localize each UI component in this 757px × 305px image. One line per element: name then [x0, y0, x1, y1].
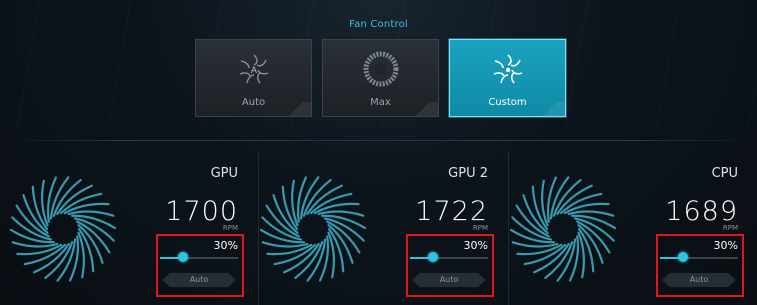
rpm-value: 1689 — [665, 196, 738, 227]
highlight-box — [156, 234, 244, 297]
svg-text:A: A — [250, 66, 257, 76]
rpm-unit: RPM — [472, 224, 488, 232]
fan-blade — [44, 241, 74, 279]
fan-blade — [291, 179, 299, 227]
panel-title: GPU — [210, 166, 238, 181]
panel-title: GPU 2 — [448, 166, 488, 181]
fan-blade — [327, 231, 335, 279]
fan-blade — [531, 185, 549, 231]
rpm-value: 1700 — [165, 196, 238, 227]
fan-blade — [294, 241, 324, 279]
mode-custom-button[interactable]: Custom — [449, 39, 566, 117]
fan-panel-cpu: CPU 1689 RPM 30% Auto — [508, 152, 757, 305]
rpm-unit: RPM — [222, 224, 238, 232]
fan-blade — [77, 227, 95, 273]
fan-blade — [541, 179, 549, 227]
fan-blade — [327, 227, 345, 273]
fan-mode-selector: A Auto Max Custom — [195, 39, 566, 117]
fan-blade — [552, 179, 582, 217]
fan-blade — [41, 179, 49, 227]
fan-custom-icon — [493, 54, 522, 84]
fan-blade — [577, 231, 585, 279]
fan-panel-gpu2: GPU 2 1722 RPM 30% Auto — [258, 152, 508, 305]
fan-blade — [544, 241, 574, 279]
fan-blade — [77, 231, 85, 279]
highlight-box — [656, 234, 744, 297]
fan-blade — [577, 227, 595, 273]
fan-auto-icon: A — [239, 54, 268, 84]
panel-title: CPU — [711, 166, 738, 181]
highlight-box — [406, 234, 494, 297]
section-title: Fan Control — [349, 19, 408, 30]
fan-graphic-icon — [259, 176, 367, 282]
fan-max-icon — [363, 51, 398, 87]
fan-blade — [52, 179, 82, 217]
fan-blade — [302, 179, 332, 217]
mode-auto-button[interactable]: A Auto — [195, 39, 312, 117]
fan-blade — [281, 185, 299, 231]
rpm-unit: RPM — [722, 224, 738, 232]
fan-blade — [31, 185, 49, 231]
section-divider — [0, 140, 757, 141]
fan-panel-gpu: GPU 1700 RPM 30% Auto — [8, 152, 258, 305]
fan-graphic-icon — [9, 176, 117, 282]
fan-graphic-icon — [509, 176, 617, 282]
rpm-value: 1722 — [415, 196, 488, 227]
mode-max-button[interactable]: Max — [322, 39, 439, 117]
